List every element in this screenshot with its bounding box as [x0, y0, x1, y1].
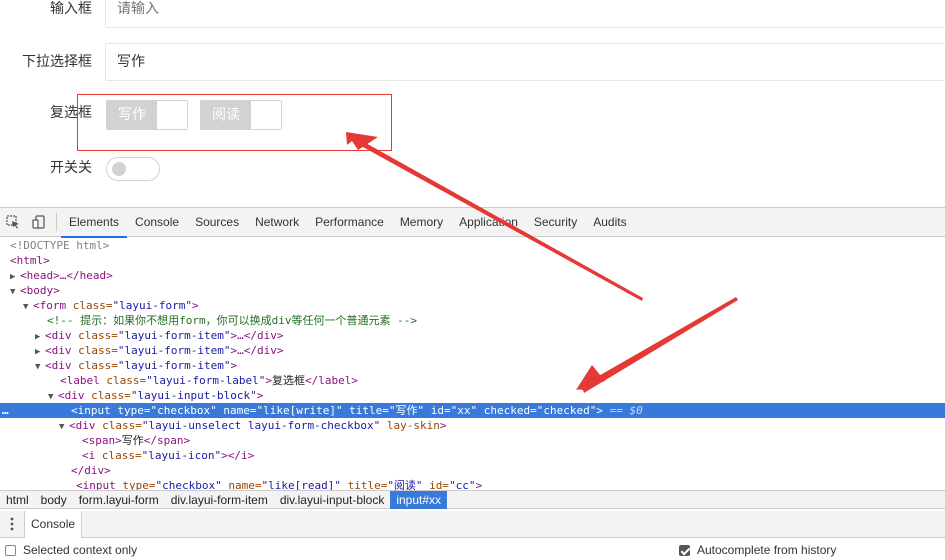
tab-security[interactable]: Security [526, 208, 585, 237]
dom-node-doctype[interactable]: <!DOCTYPE html> [0, 238, 945, 253]
breadcrumb: html body form.layui-form div.layui-form… [0, 490, 945, 509]
input-label: 输入框 [50, 1, 92, 17]
dom-node-form-item-1[interactable]: ▶ <div class="layui-form-item">…</div> [0, 328, 945, 343]
dom-node-html[interactable]: <html> [0, 253, 945, 268]
console-settings: Selected context only Autocomplete from … [0, 539, 945, 560]
more-vertical-icon[interactable] [0, 511, 24, 538]
breadcrumb-form[interactable]: form.layui-form [73, 491, 165, 509]
tab-network[interactable]: Network [247, 208, 307, 237]
inspect-element-icon[interactable] [0, 208, 26, 237]
layui-form-page: 输入框 下拉选择框 写作 复选框 写作 阅读 开关关 [0, 0, 945, 207]
switch-label: 开关关 [50, 160, 92, 176]
dom-node-body[interactable]: ▼ <body> [0, 283, 945, 298]
autocomplete-label: Autocomplete from history [697, 543, 837, 557]
tab-audits[interactable]: Audits [585, 208, 634, 237]
breadcrumb-body[interactable]: body [35, 491, 73, 509]
dom-node-comment[interactable]: <!-- 提示：如果你不想用form，你可以换成div等任何一个普通元素 --> [0, 313, 945, 328]
autocomplete-option[interactable]: Autocomplete from history [679, 543, 836, 557]
drawer-tab-console[interactable]: Console [24, 510, 83, 538]
dom-node-form-item-3[interactable]: ▼ <div class="layui-form-item"> [0, 358, 945, 373]
dom-tree[interactable]: <!DOCTYPE html> <html> ▶ <head>…</head> ▼… [0, 238, 945, 490]
autocomplete-checkbox[interactable] [679, 544, 690, 556]
devtools-toolbar: Elements Console Sources Network Perform… [0, 208, 945, 238]
toggle-switch[interactable] [106, 157, 160, 181]
breadcrumb-html[interactable]: html [0, 491, 35, 509]
console-drawer-bar: Console [0, 510, 945, 538]
dom-node-head[interactable]: ▶ <head>…</head> [0, 268, 945, 283]
select-label: 下拉选择框 [22, 54, 92, 70]
dom-node-unselect-div[interactable]: ▼ <div class="layui-unselect layui-form-c… [0, 418, 945, 433]
device-toolbar-icon[interactable] [26, 208, 52, 237]
dom-node-div-close[interactable]: </div> [0, 463, 945, 478]
dom-node-label[interactable]: <label class="layui-form-label">复选框</lab… [0, 373, 945, 388]
form-item-input: 输入框 [0, 0, 945, 28]
form-item-select: 下拉选择框 写作 [0, 43, 945, 81]
select-dropdown[interactable]: 写作 [105, 43, 945, 81]
dom-node-span[interactable]: <span>写作</span> [0, 433, 945, 448]
breadcrumb-input[interactable]: input#xx [390, 490, 448, 509]
dom-node-input-read[interactable]: <input type="checkbox" name="like[read]"… [0, 478, 945, 490]
dom-node-form-item-2[interactable]: ▶ <div class="layui-form-item">…</div> [0, 343, 945, 358]
selected-context-option[interactable]: Selected context only [5, 543, 137, 557]
tab-sources[interactable]: Sources [187, 208, 247, 237]
breadcrumb-input-block[interactable]: div.layui-input-block [274, 491, 391, 509]
text-input[interactable] [105, 0, 945, 28]
annotation-highlight-box [77, 94, 392, 151]
tab-console[interactable]: Console [127, 208, 187, 237]
dom-node-input-selected[interactable]: … <input type="checkbox" name="like[write… [0, 403, 945, 418]
devtools-panel: Elements Console Sources Network Perform… [0, 207, 945, 560]
tab-performance[interactable]: Performance [307, 208, 392, 237]
switch-knob [112, 162, 126, 176]
tab-elements[interactable]: Elements [61, 208, 128, 238]
tab-application[interactable]: Application [451, 208, 526, 237]
dom-node-icon-i[interactable]: <i class="layui-icon"></i> [0, 448, 945, 463]
breadcrumb-form-item[interactable]: div.layui-form-item [165, 491, 274, 509]
selected-context-label: Selected context only [23, 543, 138, 557]
more-dots-icon[interactable]: … [2, 403, 9, 418]
toolbar-divider [56, 213, 57, 231]
tab-memory[interactable]: Memory [392, 208, 451, 237]
selected-context-checkbox[interactable] [5, 544, 16, 556]
dom-node-form[interactable]: ▼ <form class="layui-form"> [0, 298, 945, 313]
dom-node-input-block[interactable]: ▼ <div class="layui-input-block"> [0, 388, 945, 403]
